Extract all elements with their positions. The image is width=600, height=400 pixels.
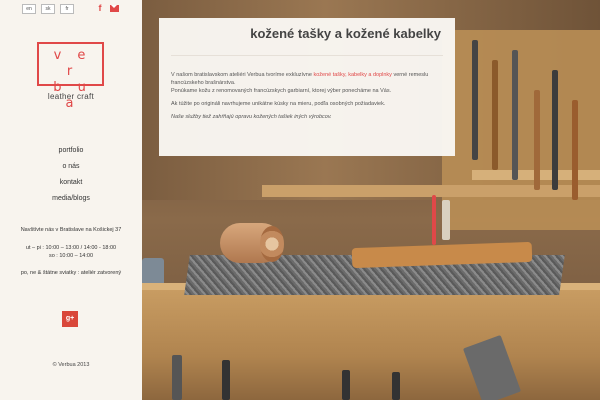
sidebar: en sk fr f v e r b u a leather craft por… bbox=[0, 0, 142, 400]
intro-text: V našom bratislavskom ateliéri Verbua tv… bbox=[171, 71, 443, 126]
nav-item-o-nas[interactable]: o nás bbox=[0, 159, 142, 175]
main-nav: portfolio o nás kontakt media/blogs bbox=[0, 143, 142, 207]
nav-item-kontakt[interactable]: kontakt bbox=[0, 175, 142, 191]
hours-weekdays: ut – pi : 10:00 – 13:00 / 14:00 - 18:00 bbox=[25, 245, 117, 251]
divider bbox=[171, 55, 443, 56]
copyright: © Verbua 2013 bbox=[52, 362, 90, 368]
lang-sk-button[interactable]: sk bbox=[41, 4, 55, 14]
address-text: Navštívte nás v Bratislave na Košickej 3… bbox=[20, 227, 122, 233]
closed-days: po, ne & štátne sviatky : ateliér zatvor… bbox=[20, 270, 122, 276]
nav-item-media-blogs[interactable]: media/blogs bbox=[0, 191, 142, 207]
opening-hours: ut – pi : 10:00 – 13:00 / 14:00 - 18:00 … bbox=[0, 244, 142, 260]
facebook-icon[interactable]: f bbox=[96, 3, 104, 13]
products-link[interactable]: kožené tašky, kabelky a doplnky bbox=[313, 72, 391, 78]
social-links: f bbox=[96, 3, 119, 13]
intro-paragraph-3: Naše služby tiež zahŕňajú opravu koženýc… bbox=[171, 114, 332, 120]
logo[interactable]: v e r b u a bbox=[37, 42, 104, 111]
language-switcher: en sk fr bbox=[22, 4, 74, 14]
intro-paragraph-2: Ak túžite po origináli navrhujeme unikát… bbox=[171, 101, 386, 107]
logo-line-1: v e r bbox=[53, 48, 92, 79]
lang-en-button[interactable]: en bbox=[22, 4, 36, 14]
google-plus-icon[interactable]: g+ bbox=[62, 311, 78, 327]
mail-icon[interactable] bbox=[110, 5, 119, 12]
hours-saturday: so : 10:00 – 14:00 bbox=[48, 253, 94, 259]
content-panel: kožené tašky a kožené kabelky V našom br… bbox=[159, 18, 455, 156]
intro-paragraph-1: V našom bratislavskom ateliéri Verbua tv… bbox=[171, 72, 429, 94]
lang-fr-button[interactable]: fr bbox=[60, 4, 74, 14]
page-title: kožené tašky a kožené kabelky bbox=[250, 26, 441, 41]
nav-item-portfolio[interactable]: portfolio bbox=[0, 143, 142, 159]
tagline: leather craft bbox=[47, 92, 95, 101]
